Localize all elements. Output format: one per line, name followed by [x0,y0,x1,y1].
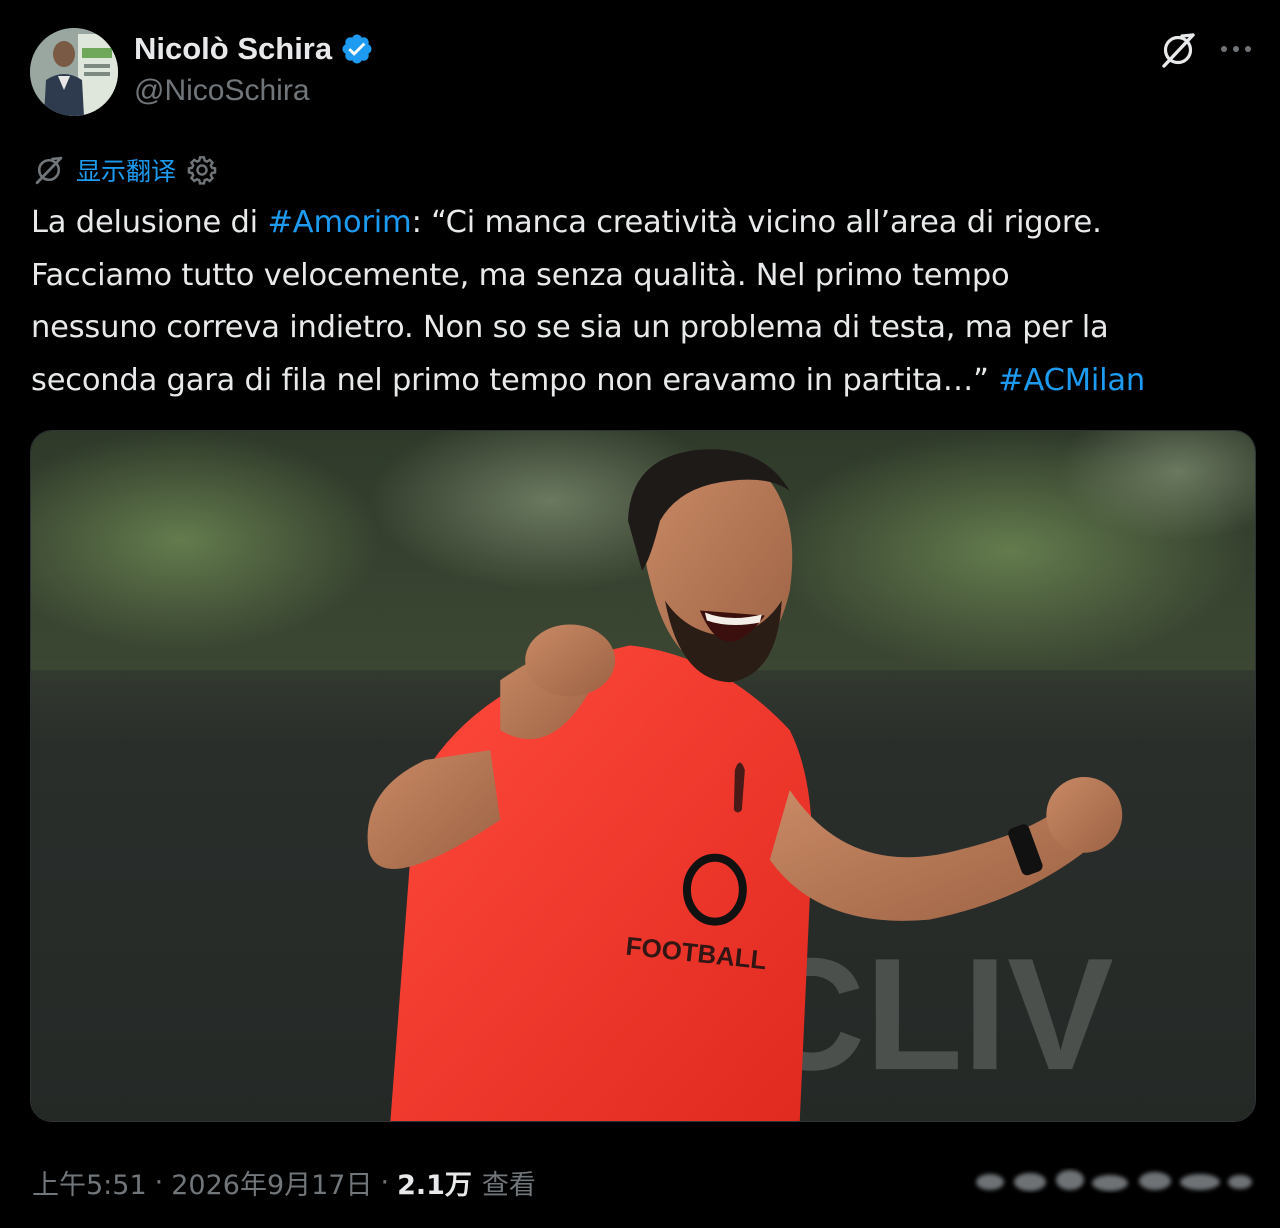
show-translation-link[interactable]: 显示翻译 [76,152,176,188]
tweet: Nicolò Schira @NicoSchira 显示翻译 La delusi… [0,0,1280,1228]
gear-icon[interactable] [186,154,218,186]
meta-separator: · [380,1166,390,1198]
display-name[interactable]: Nicolò Schira [134,30,332,68]
photo-illustration: CLIV FOOTBALL [31,431,1255,1121]
more-icon[interactable] [1216,36,1256,62]
translate-row: 显示翻译 [32,152,218,188]
tweet-text-segment: La delusione di [31,205,268,240]
hashtag-acmilan-link[interactable]: #ACMilan [998,363,1145,398]
author-block: Nicolò Schira @NicoSchira [134,30,374,110]
tweet-line-4: seconda gara di fila nel primo tempo non… [31,355,1256,408]
tweet-time[interactable]: 上午5:51 [32,1163,147,1202]
tweet-line-2: Facciamo tutto velocemente, ma senza qua… [31,257,1010,293]
tweet-line-3: nessuno correva indietro. Non so se sia … [31,310,1109,345]
avatar[interactable] [30,28,118,116]
name-row: Nicolò Schira [134,30,374,68]
tweet-text-segment: : “Ci manca creatività vicino all’area d… [411,205,1102,240]
tweet-date[interactable]: 2026年9月17日 [171,1163,372,1202]
watermark-logo [976,1170,1252,1191]
grok-icon[interactable] [1158,30,1198,70]
views-label: 查看 [481,1169,536,1201]
tweet-text-segment: seconda gara di fila nel primo tempo non… [31,362,999,398]
handle[interactable]: @NicoSchira [134,72,374,110]
tweet-line-1: La delusione di #Amorim: “Ci manca creat… [31,197,1256,250]
tweet-text: La delusione di #Amorim: “Ci manca creat… [31,197,1256,407]
translate-icon [35,156,63,185]
views-count: 2.1万 [397,1169,472,1201]
avatar-image [30,28,118,116]
verified-badge-icon[interactable] [340,32,374,66]
hashtag-amorim-link[interactable]: #Amorim [267,205,411,240]
tweet-photo[interactable]: CLIV FOOTBALL [30,430,1256,1122]
tweet-meta: 上午5:51 · 2026年9月17日 · 2.1万 查看 [32,1160,536,1204]
meta-separator: · [154,1166,164,1198]
